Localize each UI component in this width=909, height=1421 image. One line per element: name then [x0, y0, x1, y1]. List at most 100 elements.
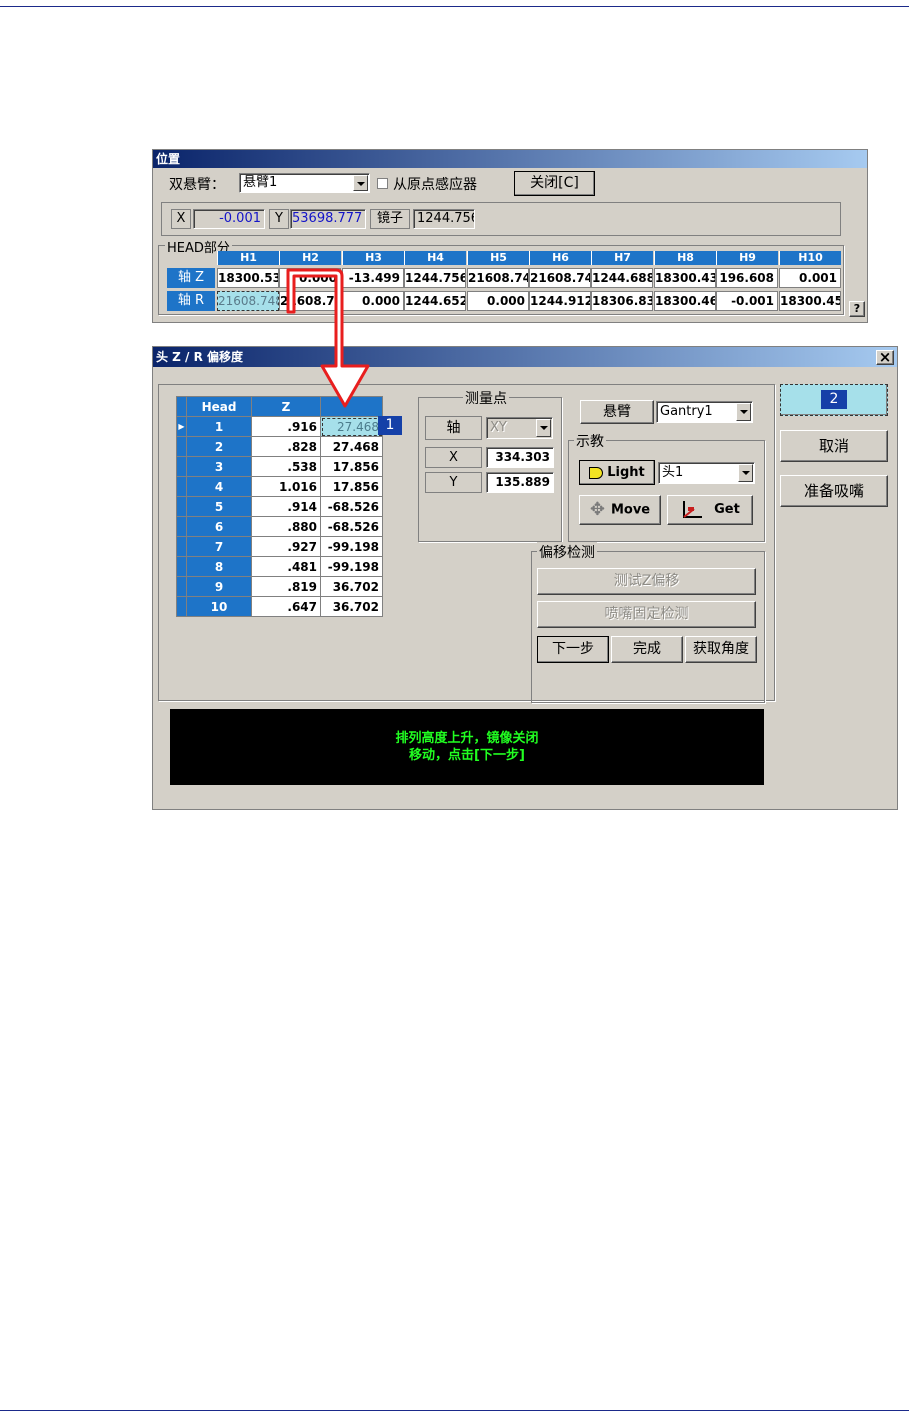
coordinate-bar: X -0.001 Y 53698.777 镜子 1244.756	[161, 202, 841, 236]
head-column-header: H8	[654, 251, 716, 265]
offset-detect-label: 偏移检测	[537, 542, 597, 562]
table-row[interactable]: 5.914 -68.526	[176, 496, 383, 517]
measure-group-label: 测量点	[463, 388, 509, 408]
row-indicator	[176, 496, 187, 517]
y-label: Y	[269, 209, 289, 229]
close-button[interactable]: 关闭[C]	[514, 171, 595, 196]
measure-x-value[interactable]: 334.303	[486, 447, 554, 468]
head-column-header: H9	[716, 251, 778, 265]
grid-r-cell[interactable]: 36.702	[320, 596, 383, 617]
grid-head-cell: 7	[186, 536, 252, 557]
gantry-select-value: Gantry1	[660, 404, 713, 419]
gantry-button[interactable]: 悬臂	[580, 400, 654, 424]
grid-r-cell[interactable]: -68.526	[320, 496, 383, 517]
table-row[interactable]: 6.880 -68.526	[176, 516, 383, 537]
head-column-header: H6	[529, 251, 591, 265]
grid-header-row: Head Z	[176, 396, 383, 417]
axis-r-label: 轴 R	[167, 291, 215, 311]
axis-r-value: 21608.748	[217, 291, 279, 311]
table-row[interactable]: 8.481 -99.198	[176, 556, 383, 577]
get-angle-button[interactable]: 获取角度	[685, 636, 757, 663]
message-line-2: 移动，点击[下一步]	[409, 748, 525, 763]
grid-r-cell[interactable]: -99.198	[320, 536, 383, 557]
grid-z-cell[interactable]: .916	[251, 416, 321, 437]
table-row[interactable]: 4 1.016 17.856	[176, 476, 383, 497]
grid-r-cell[interactable]: 17.856	[320, 456, 383, 477]
grid-z-cell[interactable]: .819	[251, 576, 321, 597]
finish-button[interactable]: 完成	[611, 636, 683, 663]
table-row[interactable]: 7.927 -99.198	[176, 536, 383, 557]
grid-r-cell[interactable]: 27.468	[320, 416, 383, 437]
grid-z-cell[interactable]: .880	[251, 516, 321, 537]
grid-header-head: Head	[186, 396, 252, 417]
y-value: 53698.777	[290, 209, 366, 229]
axis-z-value: -13.499	[342, 268, 404, 288]
grid-head-cell: 10	[186, 596, 252, 617]
grid-z-cell[interactable]: .927	[251, 536, 321, 557]
gantry-select[interactable]: 悬臂1	[239, 173, 370, 193]
top-rule	[0, 6, 909, 7]
close-icon[interactable]: ×	[876, 350, 894, 365]
row-indicator	[176, 576, 187, 597]
grid-corner	[176, 396, 187, 417]
chevron-down-icon[interactable]	[353, 175, 368, 191]
head-column-header: H4	[404, 251, 466, 265]
nozzle-check-button[interactable]: 喷嘴固定检测	[537, 601, 756, 628]
grid-head-cell: 5	[186, 496, 252, 517]
grid-z-cell[interactable]: .481	[251, 556, 321, 577]
table-row[interactable]: 9.819 36.702	[176, 576, 383, 597]
axis-r-value: 1244.912	[529, 291, 591, 311]
grid-z-cell[interactable]: .647	[251, 596, 321, 617]
light-button[interactable]: Light	[579, 460, 655, 485]
origin-sensor-checkbox[interactable]	[377, 178, 388, 189]
grid-r-cell[interactable]: 17.856	[320, 476, 383, 497]
prepare-nozzle-button[interactable]: 准备吸嘴	[780, 475, 888, 507]
row-indicator	[176, 476, 187, 497]
table-row[interactable]: 2.828 27.468	[176, 436, 383, 457]
axis-select[interactable]: XY	[486, 417, 553, 439]
grid-z-cell[interactable]: 1.016	[251, 476, 321, 497]
axis-z-value: 18300.530	[217, 268, 279, 288]
measure-y-label: Y	[425, 472, 482, 493]
grid-r-cell[interactable]: -68.526	[320, 516, 383, 537]
cancel-button[interactable]: 取消	[780, 430, 888, 462]
head-column-header: H1	[217, 251, 279, 265]
mirror-label: 镜子	[370, 209, 410, 229]
grid-r-cell[interactable]: -99.198	[320, 556, 383, 577]
message-line-1: 排列高度上升，镜像关闭	[395, 731, 539, 746]
x-value: -0.001	[193, 209, 265, 229]
measure-y-value[interactable]: 135.889	[486, 472, 554, 493]
chevron-down-icon[interactable]	[536, 419, 551, 437]
axis-z-value: 1244.756	[404, 268, 466, 288]
axis-z-value: 21608.748	[529, 268, 591, 288]
axis-z-value: 196.608	[716, 268, 778, 288]
window-title: 头 Z / R 偏移度	[153, 347, 897, 367]
move-button[interactable]: ✥ Move	[579, 495, 661, 525]
gantry-select[interactable]: Gantry1	[656, 401, 753, 423]
grid-r-cell[interactable]: 27.468	[320, 436, 383, 457]
head-select-value: 头1	[662, 465, 684, 480]
next-step-button[interactable]: 下一步	[537, 636, 609, 663]
head-column-header: H5	[467, 251, 529, 265]
axis-r-value: 21608.748	[279, 291, 341, 311]
row-indicator	[176, 516, 187, 537]
table-row[interactable]: 3.538 17.856	[176, 456, 383, 477]
grid-z-cell[interactable]: .538	[251, 456, 321, 477]
row-pointer-icon: ▶	[176, 416, 187, 437]
help-button[interactable]: ?	[849, 301, 865, 317]
grid-z-cell[interactable]: .828	[251, 436, 321, 457]
grid-z-cell[interactable]: .914	[251, 496, 321, 517]
table-row[interactable]: 10.647 36.702	[176, 596, 383, 617]
test-z-offset-button[interactable]: 测试Z偏移	[537, 568, 756, 595]
grid-head-cell: 1	[186, 416, 252, 437]
row-indicator	[176, 596, 187, 617]
get-button[interactable]: Get	[667, 495, 753, 525]
gantry-label: 双悬臂：	[169, 177, 225, 193]
chevron-down-icon[interactable]	[736, 403, 751, 421]
table-row[interactable]: ▶ 1.916 27.468	[176, 416, 383, 437]
chevron-down-icon[interactable]	[738, 464, 753, 482]
teach-group	[568, 440, 765, 542]
callout-2-button[interactable]: 2	[780, 384, 888, 416]
head-select[interactable]: 头1	[658, 462, 755, 484]
grid-r-cell[interactable]: 36.702	[320, 576, 383, 597]
